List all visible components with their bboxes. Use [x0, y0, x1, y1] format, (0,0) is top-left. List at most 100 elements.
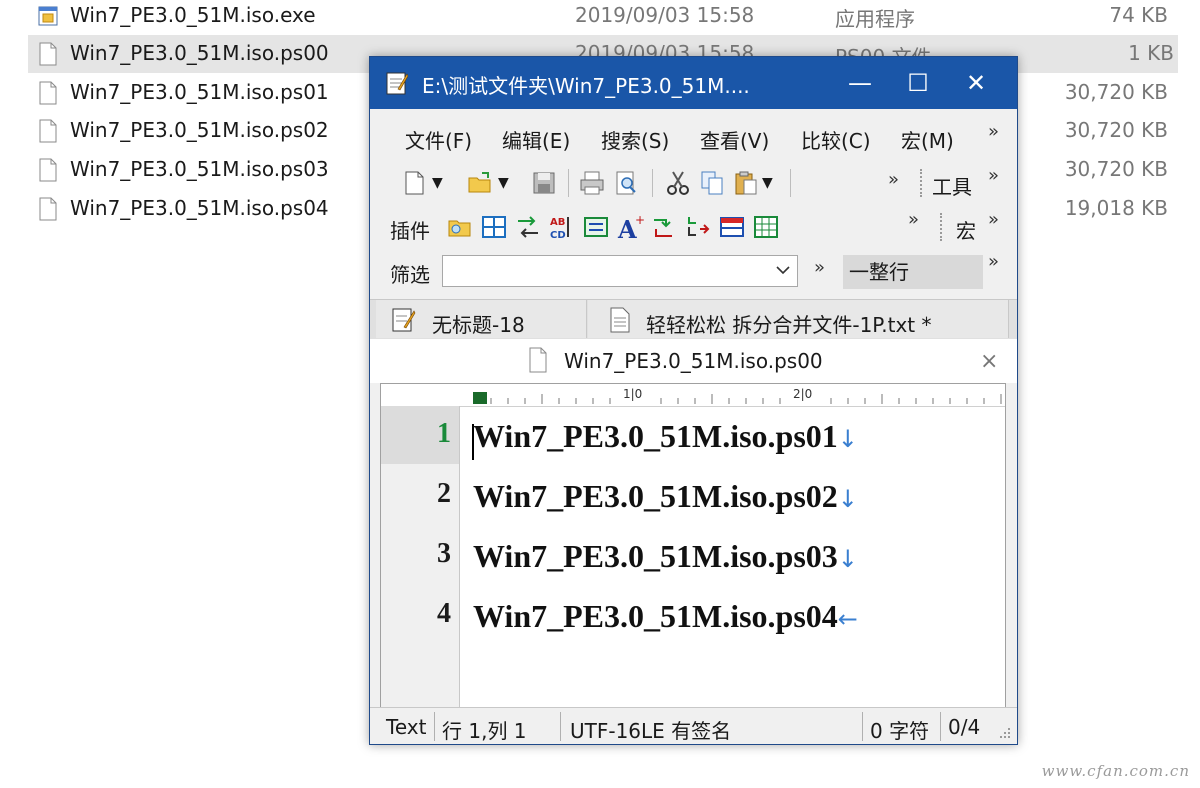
split-arrows-icon[interactable]: [650, 213, 678, 241]
line-number-gutter: 1 2 3 4: [381, 406, 460, 718]
toolbar-overflow-chevron-icon[interactable]: »: [888, 169, 899, 190]
blank-file-icon: [39, 42, 57, 66]
ruler-mark-10: 1|0: [623, 387, 642, 401]
font-style-icon[interactable]: A+: [616, 213, 644, 241]
file-size: 30,720 KB: [1064, 118, 1168, 142]
macro-overflow-chevron-icon[interactable]: »: [988, 209, 999, 230]
text-line[interactable]: Win7_PE3.0_51M.iso.ps04←: [473, 598, 858, 635]
status-bar: Text 行 1,列 1 UTF-16LE 有签名 0 字符 0/4: [370, 707, 1017, 744]
menu-compare[interactable]: 比较(C): [801, 125, 871, 154]
title-bar[interactable]: E:\测试文件夹\Win7_PE3.0_51M.... — ☐ ✕: [370, 57, 1017, 109]
file-name: Win7_PE3.0_51M.iso.ps02: [70, 118, 329, 142]
filter-combobox[interactable]: [442, 255, 798, 287]
svg-text:AB: AB: [550, 217, 565, 228]
tools-label[interactable]: 工具: [932, 171, 972, 200]
main-toolbar: ▼ ▼ ▼ » 工具 »: [380, 163, 1010, 203]
blank-file-icon: [529, 347, 547, 373]
close-button[interactable]: ✕: [947, 57, 1005, 109]
new-file-icon[interactable]: [400, 169, 428, 197]
abcd-case-icon[interactable]: AB CD: [548, 213, 576, 241]
new-dropdown-chevron-icon[interactable]: ▼: [432, 175, 443, 191]
notepad-app-icon: [386, 72, 408, 95]
close-tab-icon[interactable]: ×: [980, 349, 998, 374]
open-dropdown-chevron-icon[interactable]: ▼: [498, 175, 509, 191]
file-name: Win7_PE3.0_51M.iso.ps04: [70, 196, 329, 220]
text-line[interactable]: Win7_PE3.0_51M.iso.ps03↓: [473, 538, 858, 575]
toolbar-separator: [568, 169, 569, 197]
notepad-icon: [392, 308, 416, 332]
menu-file[interactable]: 文件(F): [405, 125, 472, 154]
text-line[interactable]: Win7_PE3.0_51M.iso.ps02↓: [473, 478, 858, 515]
resize-grip-icon[interactable]: [998, 726, 1012, 740]
blank-file-icon: [39, 81, 57, 105]
blank-file-icon: [39, 119, 57, 143]
file-row-exe[interactable]: Win7_PE3.0_51M.iso.exe 2019/09/03 15:58 …: [0, 0, 1200, 35]
toolbar-grip[interactable]: [920, 169, 925, 197]
file-name: Win7_PE3.0_51M.iso.ps00: [70, 41, 329, 65]
print-preview-icon[interactable]: [612, 169, 640, 197]
editor-window: E:\测试文件夹\Win7_PE3.0_51M.... — ☐ ✕ 文件(F) …: [369, 56, 1018, 745]
menu-edit[interactable]: 编辑(E): [502, 125, 570, 154]
line-text: Win7_PE3.0_51M.iso.ps01: [473, 418, 838, 454]
compare-arrows-icon[interactable]: [514, 213, 542, 241]
paste-icon[interactable]: [732, 169, 760, 197]
copy-icon[interactable]: [698, 169, 726, 197]
save-icon[interactable]: [530, 169, 558, 197]
paste-dropdown-chevron-icon[interactable]: ▼: [762, 175, 773, 191]
filter-mode-overflow-chevron-icon[interactable]: »: [988, 251, 999, 272]
merge-arrows-icon[interactable]: [684, 213, 712, 241]
file-size: 19,018 KB: [1064, 196, 1168, 220]
end-of-file-arrow-icon: ←: [837, 605, 858, 633]
active-document-tab[interactable]: Win7_PE3.0_51M.iso.ps00 ×: [370, 339, 1017, 383]
line-break-arrow-icon: ↓: [837, 485, 858, 513]
tab-untitled-18[interactable]: 无标题-18: [376, 300, 587, 338]
line-break-arrow-icon: ↓: [837, 545, 858, 573]
text-editor[interactable]: 1|0 2|0 1 2 3 4 Win7_PE3.0_51M.iso.ps01↓…: [380, 383, 1006, 719]
file-type: 应用程序: [835, 7, 915, 31]
line-text: Win7_PE3.0_51M.iso.ps04: [473, 598, 838, 634]
filter-mode-button[interactable]: 一整行: [843, 255, 983, 289]
tab-label: 轻轻松松 拆分合并文件-1P.txt *: [646, 313, 932, 337]
menu-search[interactable]: 搜索(S): [601, 125, 669, 154]
toolbar-separator: [652, 169, 653, 197]
line-text: Win7_PE3.0_51M.iso.ps02: [473, 478, 838, 514]
menu-view[interactable]: 查看(V): [700, 125, 769, 154]
svg-text:+: +: [635, 213, 644, 227]
toolbar-separator: [790, 169, 791, 197]
macro-toolbar-label[interactable]: 宏: [956, 215, 976, 244]
tools-overflow-chevron-icon[interactable]: »: [988, 165, 999, 186]
minimize-button[interactable]: —: [831, 57, 889, 109]
print-icon[interactable]: [578, 169, 606, 197]
format-lines-icon[interactable]: [582, 213, 610, 241]
status-line-count: 0/4: [948, 715, 981, 739]
exe-file-icon: [38, 6, 58, 26]
spreadsheet-icon[interactable]: [752, 213, 780, 241]
menu-overflow-chevron-icon[interactable]: »: [988, 121, 999, 142]
status-separator: [940, 712, 941, 741]
status-separator: [862, 712, 863, 741]
line-number: 3: [437, 538, 451, 569]
open-folder-icon[interactable]: [466, 169, 494, 197]
menu-macro[interactable]: 宏(M): [901, 125, 954, 154]
plugin-overflow-chevron-icon[interactable]: »: [908, 209, 919, 230]
status-encoding[interactable]: UTF-16LE 有签名: [570, 715, 731, 744]
tab-split-merge-txt[interactable]: 轻轻松松 拆分合并文件-1P.txt *: [588, 300, 1009, 338]
maximize-button[interactable]: ☐: [889, 57, 947, 109]
line-number: 1: [437, 418, 451, 449]
filter-label: 筛选: [390, 263, 430, 287]
filter-mode-label: 一整行: [849, 260, 909, 284]
document-tab-bar: 无标题-18 轻轻松松 拆分合并文件-1P.txt *: [370, 299, 1017, 340]
filter-overflow-chevron-icon[interactable]: »: [814, 257, 825, 278]
table-grid-icon[interactable]: [480, 213, 508, 241]
folder-search-icon[interactable]: [446, 213, 474, 241]
toolbar-grip[interactable]: [940, 213, 945, 241]
cut-icon[interactable]: [664, 169, 692, 197]
document-name: Win7_PE3.0_51M.iso.ps00: [564, 349, 823, 373]
line-break-arrow-icon: ↓: [837, 425, 858, 453]
menu-bar: 文件(F) 编辑(E) 搜索(S) 查看(V) 比较(C) 宏(M) »: [380, 117, 1010, 157]
window-layout-icon[interactable]: [718, 213, 746, 241]
chevron-down-icon[interactable]: [775, 262, 791, 278]
status-mode: Text: [386, 715, 427, 739]
text-line[interactable]: Win7_PE3.0_51M.iso.ps01↓: [473, 418, 858, 455]
file-name: Win7_PE3.0_51M.iso.ps03: [70, 157, 329, 181]
